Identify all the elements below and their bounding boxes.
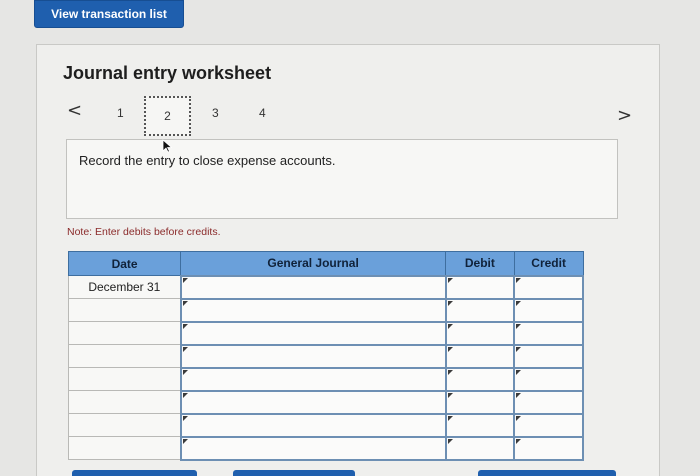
- bottom-action-button-3[interactable]: [478, 470, 616, 476]
- debit-column-header: Debit: [445, 251, 515, 276]
- credit-input[interactable]: [513, 366, 584, 392]
- table-row: December 31: [67, 274, 584, 300]
- step-2-tab-active[interactable]: 2: [144, 96, 191, 136]
- account-input[interactable]: [179, 435, 447, 461]
- journal-entry-worksheet: Journal entry worksheet < 1 2 3 4 > Reco…: [36, 44, 660, 476]
- credit-input[interactable]: [513, 297, 584, 323]
- step-1-tab[interactable]: 1: [117, 106, 124, 120]
- credit-input[interactable]: [513, 320, 584, 346]
- table-row: [67, 297, 584, 323]
- date-cell[interactable]: [67, 436, 182, 460]
- step-2-label: 2: [164, 109, 171, 123]
- date-cell[interactable]: [67, 390, 182, 414]
- date-cell[interactable]: [67, 367, 182, 391]
- date-cell[interactable]: [67, 298, 182, 322]
- account-input[interactable]: [179, 412, 447, 438]
- journal-table: Date General Journal Debit Credit Decemb…: [67, 251, 584, 461]
- instruction-text: Record the entry to close expense accoun…: [79, 153, 336, 168]
- credit-input[interactable]: [513, 343, 584, 369]
- debits-credits-note: Note: Enter debits before credits.: [67, 226, 221, 238]
- account-input[interactable]: [179, 274, 447, 300]
- mouse-cursor-icon: [162, 139, 172, 153]
- date-column-header: Date: [67, 251, 182, 276]
- debit-input[interactable]: [444, 412, 516, 438]
- account-input[interactable]: [179, 320, 447, 346]
- credit-column-header: Credit: [513, 251, 584, 276]
- debit-input[interactable]: [444, 389, 516, 415]
- date-cell[interactable]: [67, 413, 182, 437]
- date-cell[interactable]: [67, 321, 182, 345]
- table-row: [67, 343, 584, 369]
- previous-step-icon[interactable]: <: [67, 100, 82, 121]
- account-input[interactable]: [179, 343, 447, 369]
- table-row: [67, 435, 584, 461]
- instruction-box: Record the entry to close expense accoun…: [66, 139, 618, 219]
- credit-input[interactable]: [513, 435, 584, 461]
- account-input[interactable]: [179, 297, 447, 323]
- credit-input[interactable]: [513, 274, 584, 300]
- table-row: [67, 412, 584, 438]
- credit-input[interactable]: [513, 389, 584, 415]
- debit-input[interactable]: [444, 297, 516, 323]
- worksheet-title: Journal entry worksheet: [63, 63, 272, 83]
- account-input[interactable]: [179, 389, 447, 415]
- step-4-tab[interactable]: 4: [259, 106, 266, 120]
- debit-input[interactable]: [444, 320, 516, 346]
- bottom-action-button-2[interactable]: [233, 470, 355, 476]
- debit-input[interactable]: [444, 366, 516, 392]
- table-row: [67, 389, 584, 415]
- general-journal-column-header: General Journal: [180, 251, 447, 276]
- bottom-action-button-1[interactable]: [72, 470, 197, 476]
- step-3-tab[interactable]: 3: [212, 106, 219, 120]
- table-row: [67, 366, 584, 392]
- view-transaction-list-button[interactable]: View transaction list: [34, 0, 184, 28]
- date-cell[interactable]: December 31: [67, 275, 182, 299]
- debit-input[interactable]: [444, 274, 516, 300]
- next-step-icon[interactable]: >: [617, 105, 632, 126]
- date-cell[interactable]: [67, 344, 182, 368]
- credit-input[interactable]: [513, 412, 584, 438]
- debit-input[interactable]: [444, 435, 516, 461]
- debit-input[interactable]: [444, 343, 516, 369]
- account-input[interactable]: [179, 366, 447, 392]
- table-row: [67, 320, 584, 346]
